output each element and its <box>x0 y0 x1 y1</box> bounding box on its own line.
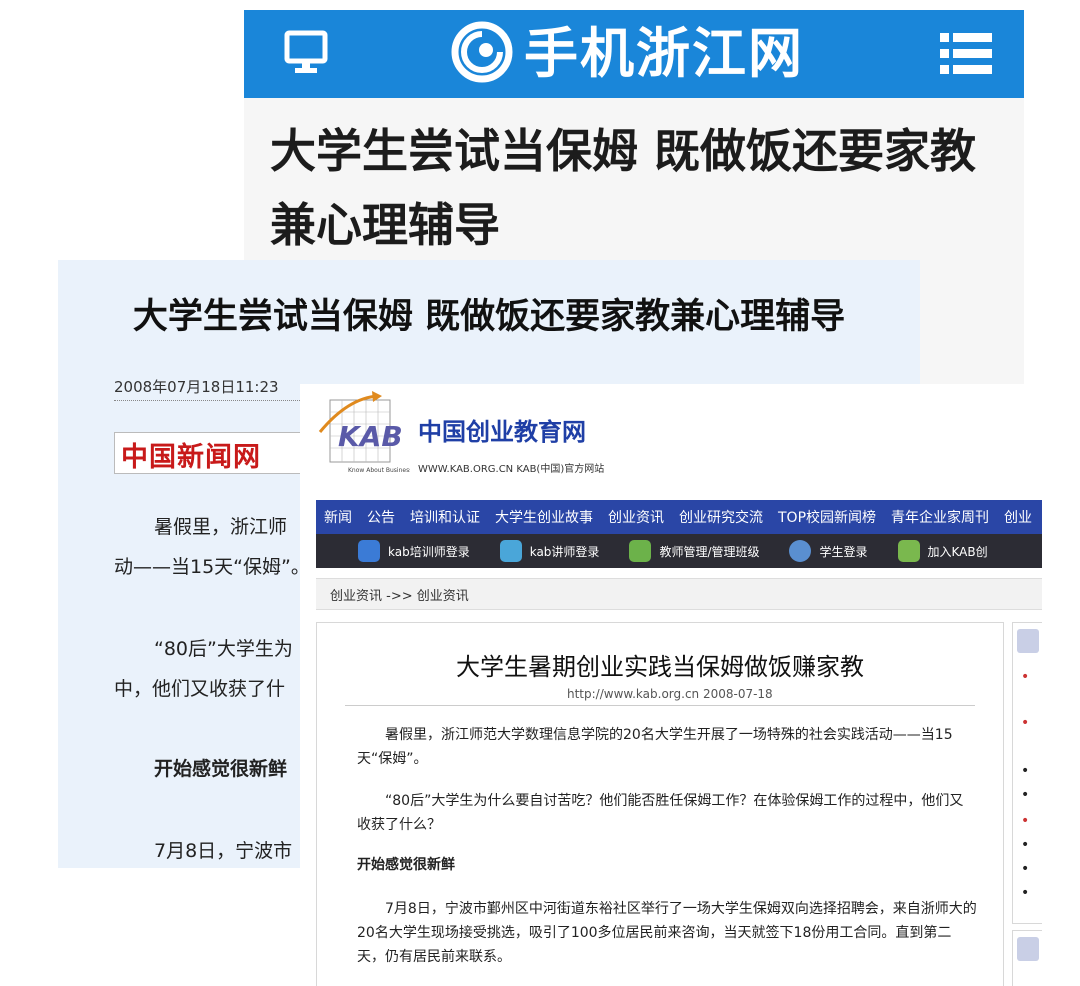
bullet-icon: • <box>1021 763 1030 779</box>
kab-article-title: 大学生暑期创业实践当保姆做饭赚家教 <box>456 653 864 681</box>
kab-sidebar-box: • • • • • • • • <box>1012 622 1042 924</box>
svg-text:Know About Business: Know About Business <box>348 467 410 474</box>
kab-brand[interactable]: 中国创业教育网 <box>418 412 586 447</box>
breadcrumb: 创业资讯 ->> 创业资讯 <box>316 578 1042 610</box>
paragraph: 动——当15天“保姆”。 <box>114 556 310 578</box>
join-kab-link[interactable]: 加入KAB创 <box>897 540 988 562</box>
paragraph: “80后”大学生为什么要自讨苦吃？他们能否胜任保姆工作？在体验保姆工作的过程中，… <box>357 793 964 833</box>
lecturer-login-icon <box>499 540 522 562</box>
kab-logo-icon[interactable]: KAB Know About Business <box>318 388 410 488</box>
kab-article-source: http://www.kab.org.cn 2008-07-18 <box>567 687 773 701</box>
paragraph: 7月8日，宁波市鄞州区中河街道东裕社区举行了一场大学生保姆双向选择招聘会，来自浙… <box>357 901 977 965</box>
kab-primary-nav: 新闻 公告 培训和认证 大学生创业故事 创业资讯 创业研究交流 TOP校园新闻榜… <box>316 500 1042 534</box>
menu-list-icon[interactable] <box>940 32 992 76</box>
nav-item-more[interactable]: 创业 <box>1004 507 1032 527</box>
chinanews-logo-text: 中国新闻网 <box>121 442 261 473</box>
bullet-icon: • <box>1021 885 1030 901</box>
zjol-logo-icon <box>451 21 513 83</box>
paragraph: “80后”大学生为 <box>154 638 293 660</box>
nav-item-info[interactable]: 创业资讯 <box>608 507 664 527</box>
teacher-manage-link[interactable]: 教师管理/管理班级 <box>629 540 759 562</box>
nav-item-top-news[interactable]: TOP校园新闻榜 <box>778 507 876 527</box>
trainer-login-label: kab培训师登录 <box>388 544 470 559</box>
kab-article: 大学生暑期创业实践当保姆做饭赚家教 http://www.kab.org.cn … <box>316 622 1004 986</box>
bullet-icon: • <box>1021 837 1030 853</box>
subheading: 开始感觉很新鲜 <box>154 758 288 780</box>
bullet-icon: • <box>1021 715 1030 731</box>
paragraph: 7月8日，宁波市 <box>154 840 293 862</box>
chinanews-logo: 中国新闻网 <box>114 432 326 474</box>
chinanews-date: 2008年07月18日11:23 <box>114 378 279 396</box>
kab-login-nav: kab培训师登录 kab讲师登录 教师管理/管理班级 学生登录 加入KAB创 <box>316 534 1042 568</box>
kab-sidebar-box-2 <box>1012 930 1042 986</box>
bullet-icon: • <box>1021 787 1030 803</box>
zjol-brand[interactable]: 手机浙江网 <box>524 18 804 90</box>
nav-item-training[interactable]: 培训和认证 <box>410 507 480 527</box>
nav-item-weekly[interactable]: 青年企业家周刊 <box>891 507 989 527</box>
student-login-link[interactable]: 学生登录 <box>789 540 868 562</box>
divider <box>345 705 975 706</box>
nav-item-notice[interactable]: 公告 <box>367 507 395 527</box>
bullet-icon: • <box>1021 813 1030 829</box>
subheading: 开始感觉很新鲜 <box>357 857 455 873</box>
kab-subtitle: WWW.KAB.ORG.CN KAB(中国)官方网站 <box>418 464 605 475</box>
lecturer-login-label: kab讲师登录 <box>529 544 600 559</box>
teacher-manage-label: 教师管理/管理班级 <box>659 544 760 559</box>
sidebar-header-icon <box>1017 629 1039 653</box>
nav-item-research[interactable]: 创业研究交流 <box>679 507 763 527</box>
bullet-icon: • <box>1021 669 1030 685</box>
kab-screenshot: KAB Know About Business 中国创业教育网 WWW.KAB.… <box>300 384 1042 986</box>
desktop-monitor-icon[interactable] <box>284 30 328 76</box>
trainer-login-link[interactable]: kab培训师登录 <box>358 540 470 562</box>
chinanews-article-title: 大学生尝试当保姆 既做饭还要家教兼心理辅导 <box>132 297 846 337</box>
teacher-manage-icon <box>629 540 652 562</box>
bullet-icon: • <box>1021 861 1030 877</box>
zjol-header-bar: 手机浙江网 <box>244 10 1024 98</box>
svg-text:KAB: KAB <box>338 420 403 453</box>
trainer-login-icon <box>358 540 380 562</box>
student-login-icon <box>789 540 812 562</box>
paragraph: 中，他们又收获了什 <box>114 678 286 700</box>
breadcrumb-text[interactable]: 创业资讯 ->> 创业资讯 <box>330 585 469 604</box>
sidebar-header-icon <box>1017 937 1039 961</box>
join-kab-label: 加入KAB创 <box>927 544 988 559</box>
student-login-label: 学生登录 <box>819 544 868 559</box>
nav-item-news[interactable]: 新闻 <box>324 507 352 527</box>
nav-item-stories[interactable]: 大学生创业故事 <box>495 507 593 527</box>
paragraph: 暑假里，浙江师范大学数理信息学院的20名大学生开展了一场特殊的社会实践活动——当… <box>357 727 953 767</box>
lecturer-login-link[interactable]: kab讲师登录 <box>499 540 600 562</box>
zjol-article-title: 大学生尝试当保姆 既做饭还要家教兼心理辅导 <box>270 124 977 252</box>
join-kab-icon <box>897 540 920 562</box>
paragraph: 暑假里，浙江师 <box>154 516 288 538</box>
